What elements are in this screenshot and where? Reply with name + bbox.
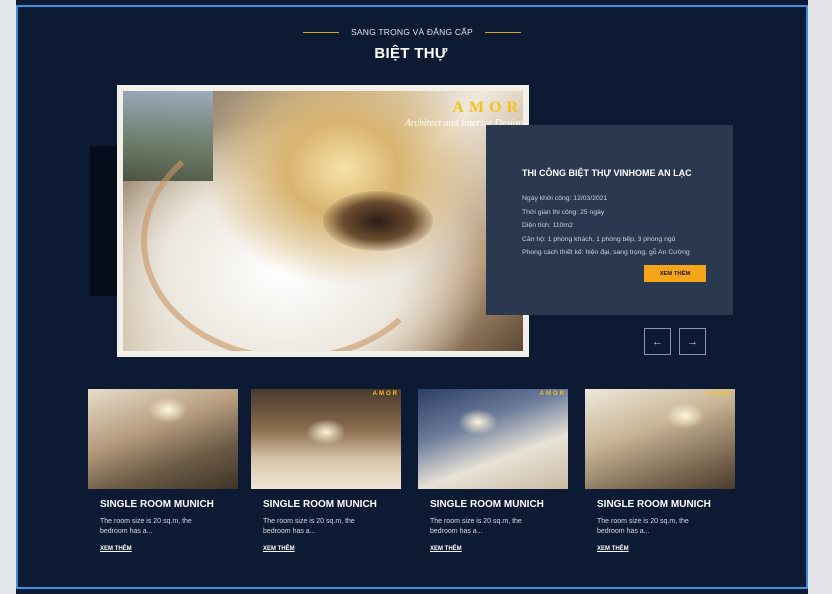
room-card[interactable]: AMOR SINGLE ROOM MUNICH The room size is… [585,389,735,555]
decorative-shadow-block [90,146,120,296]
room-view-more-link[interactable]: XEM THÊM [597,546,629,552]
room-view-more-link[interactable]: XEM THÊM [430,546,462,552]
room-card[interactable]: SINGLE ROOM MUNICH The room size is 20 s… [88,389,238,555]
slider-next-button[interactable]: → [679,328,706,355]
room-view-more-link[interactable]: XEM THÊM [263,546,295,552]
room-name: SINGLE ROOM MUNICH [597,499,711,510]
room-card[interactable]: AMOR SINGLE ROOM MUNICH The room size is… [251,389,401,555]
view-more-button[interactable]: XEM THÊM [644,265,706,282]
room-description: The room size is 20 sq.m, the bedroom ha… [263,518,355,535]
arrow-right-icon: → [687,335,698,348]
eyebrow-line-right [484,31,521,33]
section-eyebrow: SANG TRỌNG VÀ ĐẲNG CẤP [290,25,534,39]
room-description: The room size is 20 sq.m, the bedroom ha… [100,518,192,535]
hero-brand-logo: AMOR [452,99,523,116]
room-description: The room size is 20 sq.m, the bedroom ha… [430,518,522,535]
room-description: The room size is 20 sq.m, the bedroom ha… [597,518,689,535]
bottom-strip [16,589,808,594]
project-detail-start-date: Ngày khởi công: 12/03/2021 [522,195,608,202]
room-thumbnail[interactable]: AMOR [251,389,401,489]
chandelier-highlight [148,397,188,423]
hero-photo: AMOR Architect and Interior Design [123,91,523,351]
thumbnail-brand-logo: AMOR [372,391,399,397]
featured-project-image[interactable]: AMOR Architect and Interior Design [117,85,529,357]
chandelier-highlight [306,419,346,445]
thumbnail-brand-logo: AMOR [539,391,566,397]
eyebrow-line-left [303,31,340,33]
arrow-left-icon: ← [652,335,663,348]
room-thumbnail[interactable]: AMOR [585,389,735,489]
section-title: BIỆT THỰ [374,45,448,62]
eyebrow-text: SANG TRỌNG VÀ ĐẲNG CẤP [351,27,473,37]
project-detail-rooms: Căn hộ: 1 phòng khách, 1 phòng bếp, 3 ph… [522,235,676,243]
project-details: Ngày khởi công: 12/03/2021 Thời gian thi… [522,192,690,260]
chandelier-highlight [458,409,498,435]
project-info-card: THI CÔNG BIỆT THỰ VINHOME AN LẠC Ngày kh… [486,125,733,315]
room-thumbnail[interactable] [88,389,238,489]
hero-lounge-area [323,191,433,251]
room-thumbnail[interactable]: AMOR [418,389,568,489]
room-name: SINGLE ROOM MUNICH [430,499,544,510]
room-view-more-link[interactable]: XEM THÊM [100,546,132,552]
project-detail-duration: Thời gian thi công: 25 ngày [522,208,605,216]
project-title: THI CÔNG BIỆT THỰ VINHOME AN LẠC [522,168,692,178]
page-gutter [808,0,832,594]
slider-prev-button[interactable]: ← [644,328,671,355]
project-detail-style: Phong cách thiết kế: hiện đại, sang trọn… [522,249,690,256]
thumbnail-brand-logo: AMOR [706,391,733,397]
ceiling-fan-highlight [665,403,705,429]
project-detail-area: Diện tích: 110m2 [522,222,573,229]
room-card[interactable]: AMOR SINGLE ROOM MUNICH The room size is… [418,389,568,555]
room-name: SINGLE ROOM MUNICH [100,499,214,510]
room-name: SINGLE ROOM MUNICH [263,499,377,510]
